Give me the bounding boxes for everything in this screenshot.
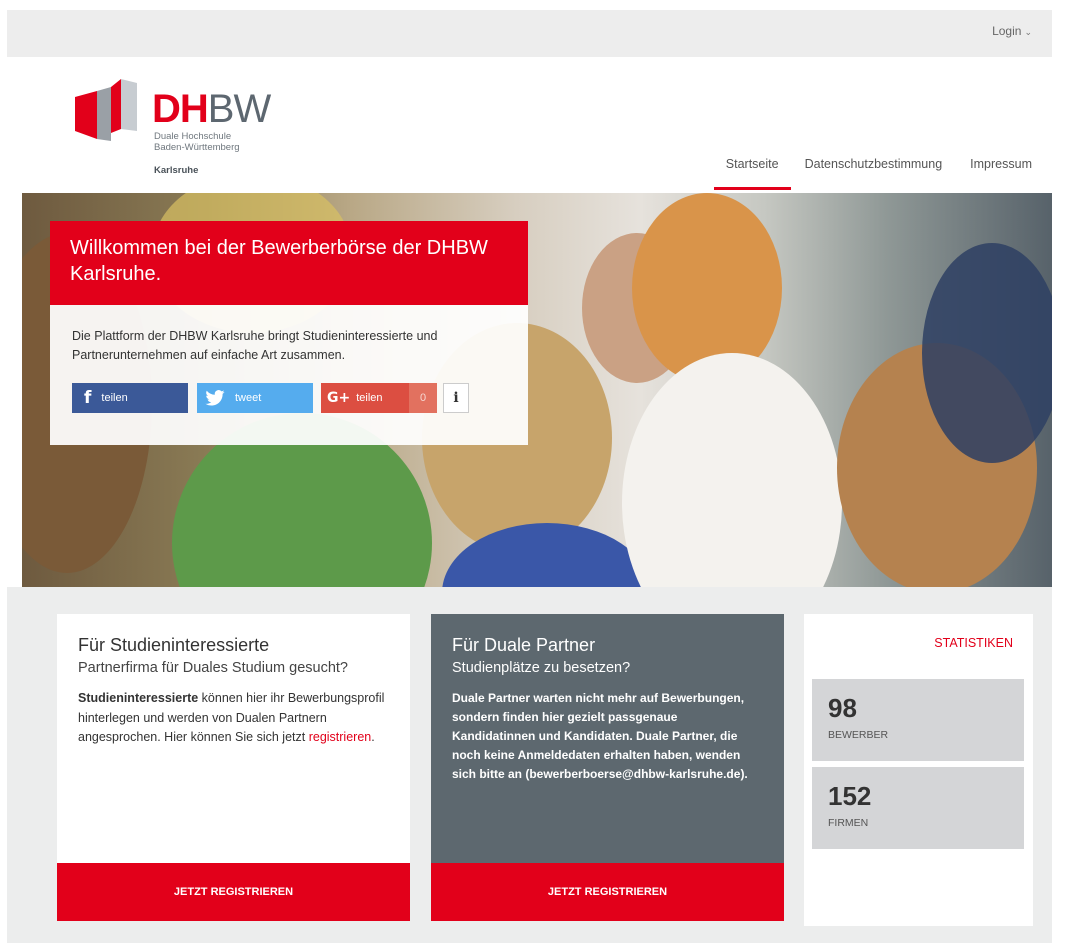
top-bar: Login ⌄ bbox=[7, 10, 1052, 57]
login-label[interactable]: Login bbox=[992, 24, 1021, 38]
nav-item-impressum[interactable]: Impressum bbox=[970, 157, 1032, 171]
stat-companies: 152 FIRMEN bbox=[812, 767, 1024, 849]
welcome-banner: Willkommen bei der Bewerberbörse der DHB… bbox=[50, 221, 528, 305]
main-nav: Startseite Datenschutzbestimmung Impress… bbox=[713, 157, 1032, 190]
stat-applicants: 98 BEWERBER bbox=[812, 679, 1024, 761]
stat-label: BEWERBER bbox=[828, 729, 889, 741]
welcome-title: Willkommen bei der Bewerberbörse der DHB… bbox=[70, 237, 488, 285]
chevron-down-icon[interactable]: ⌄ bbox=[1024, 27, 1032, 37]
students-register-button[interactable]: JETZT REGISTRIEREN bbox=[57, 863, 410, 921]
register-link[interactable]: registrieren bbox=[309, 730, 372, 744]
google-plus-icon: G+ bbox=[327, 390, 351, 406]
stat-label: FIRMEN bbox=[828, 817, 869, 829]
stat-value: 152 bbox=[828, 781, 872, 811]
facebook-share-button[interactable]: f teilen bbox=[72, 383, 188, 413]
students-title: Für Studieninteressierte bbox=[78, 635, 270, 655]
site-header: DHBW Duale Hochschule Baden-Württemberg … bbox=[7, 57, 1052, 193]
nav-item-datenschutz[interactable]: Datenschutzbestimmung bbox=[805, 157, 943, 171]
intro-text: Die Plattform der DHBW Karlsruhe bringt … bbox=[72, 329, 438, 362]
dhbw-logo[interactable]: DHBW Duale Hochschule Baden-Württemberg … bbox=[75, 79, 285, 189]
students-text: Studieninteressierte können hier ihr Bew… bbox=[78, 691, 385, 744]
logo-wordmark: DHBW bbox=[152, 87, 271, 131]
students-card: Für Studieninteressierte Partnerfirma fü… bbox=[57, 614, 410, 921]
partners-subtitle: Studienplätze zu besetzen? bbox=[452, 660, 631, 676]
intro-box: Die Plattform der DHBW Karlsruhe bringt … bbox=[50, 305, 528, 445]
facebook-icon: f bbox=[84, 388, 92, 408]
stat-value: 98 bbox=[828, 693, 857, 723]
twitter-icon bbox=[205, 390, 225, 406]
partners-register-button[interactable]: JETZT REGISTRIEREN bbox=[431, 863, 784, 921]
partners-card: Für Duale Partner Studienplätze zu beset… bbox=[431, 614, 784, 921]
stats-title: STATISTIKEN bbox=[934, 636, 1013, 650]
content-area: Für Studieninteressierte Partnerfirma fü… bbox=[7, 587, 1052, 943]
google-share-count: 0 bbox=[409, 383, 437, 413]
partners-text: Duale Partner warten nicht mehr auf Bewe… bbox=[452, 691, 748, 781]
share-buttons: f teilen tweet G+ teilen 0 i bbox=[72, 383, 469, 413]
login-dropdown[interactable]: Login ⌄ bbox=[992, 24, 1032, 38]
logo-city: Karlsruhe bbox=[154, 165, 199, 176]
stats-card: STATISTIKEN 98 BEWERBER 152 FIRMEN bbox=[804, 614, 1033, 926]
nav-item-startseite[interactable]: Startseite bbox=[713, 157, 791, 190]
twitter-share-button[interactable]: tweet bbox=[197, 383, 313, 413]
logo-subtitle: Duale Hochschule Baden-Württemberg bbox=[154, 131, 240, 153]
partners-title: Für Duale Partner bbox=[452, 635, 596, 655]
students-subtitle: Partnerfirma für Duales Studium gesucht? bbox=[78, 660, 348, 676]
info-icon[interactable]: i bbox=[443, 383, 469, 413]
dhbw-logo-mark bbox=[75, 79, 137, 141]
google-share-button[interactable]: G+ teilen bbox=[321, 383, 409, 413]
